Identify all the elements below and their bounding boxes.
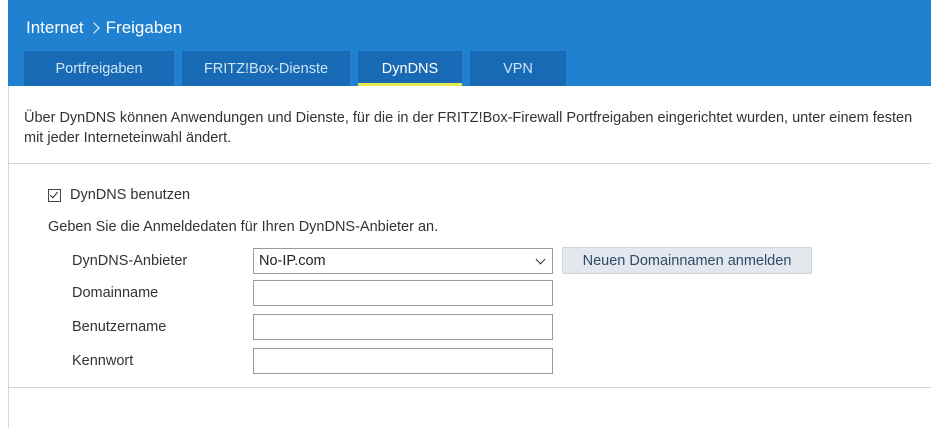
provider-select[interactable]: No-IP.com — [253, 248, 553, 274]
page: Internet Freigaben Portfreigaben FRITZ!B… — [0, 0, 931, 428]
intro-line-2: mit jeder Interneteinwahl ändert. — [24, 130, 232, 146]
intro-line-1: Über DynDNS können Anwendungen und Diens… — [24, 110, 913, 126]
username-label: Benutzername — [72, 319, 167, 335]
tab-bar: Portfreigaben FRITZ!Box-Dienste DynDNS V… — [24, 51, 574, 86]
chevron-down-icon — [535, 254, 546, 265]
breadcrumb-parent[interactable]: Internet — [26, 18, 84, 38]
dyndns-enable-checkbox[interactable] — [48, 188, 61, 202]
domain-label: Domainname — [72, 285, 159, 301]
password-input[interactable] — [253, 348, 553, 374]
dyndns-enable-label[interactable]: DynDNS benutzen — [70, 187, 190, 203]
tab-vpn[interactable]: VPN — [470, 51, 566, 86]
tab-dyndns[interactable]: DynDNS — [358, 51, 462, 86]
tab-portfreigaben[interactable]: Portfreigaben — [24, 51, 174, 86]
checkmark-icon — [49, 189, 59, 198]
provider-selected-value: No-IP.com — [259, 253, 326, 269]
username-input[interactable] — [253, 314, 553, 340]
chevron-right-icon — [87, 22, 100, 34]
tab-fritzbox-dienste[interactable]: FRITZ!Box-Dienste — [182, 51, 350, 86]
credentials-hint: Geben Sie die Anmeldedaten für Ihren Dyn… — [48, 219, 439, 235]
breadcrumb-current: Freigaben — [105, 18, 183, 37]
content-left-border — [8, 86, 9, 428]
intro-text: Über DynDNS können Anwendungen und Diens… — [24, 108, 912, 148]
divider-bottom — [8, 387, 931, 388]
dyndns-enable-row[interactable]: DynDNS benutzen — [48, 187, 190, 203]
password-label: Kennwort — [72, 353, 134, 369]
domain-input[interactable] — [253, 280, 553, 306]
breadcrumb: Internet Freigaben — [26, 18, 182, 38]
register-domain-button[interactable]: Neuen Domainnamen anmelden — [562, 247, 812, 274]
divider — [8, 163, 931, 164]
provider-label: DynDNS-Anbieter — [72, 253, 188, 269]
header-bar: Internet Freigaben Portfreigaben FRITZ!B… — [8, 0, 931, 86]
